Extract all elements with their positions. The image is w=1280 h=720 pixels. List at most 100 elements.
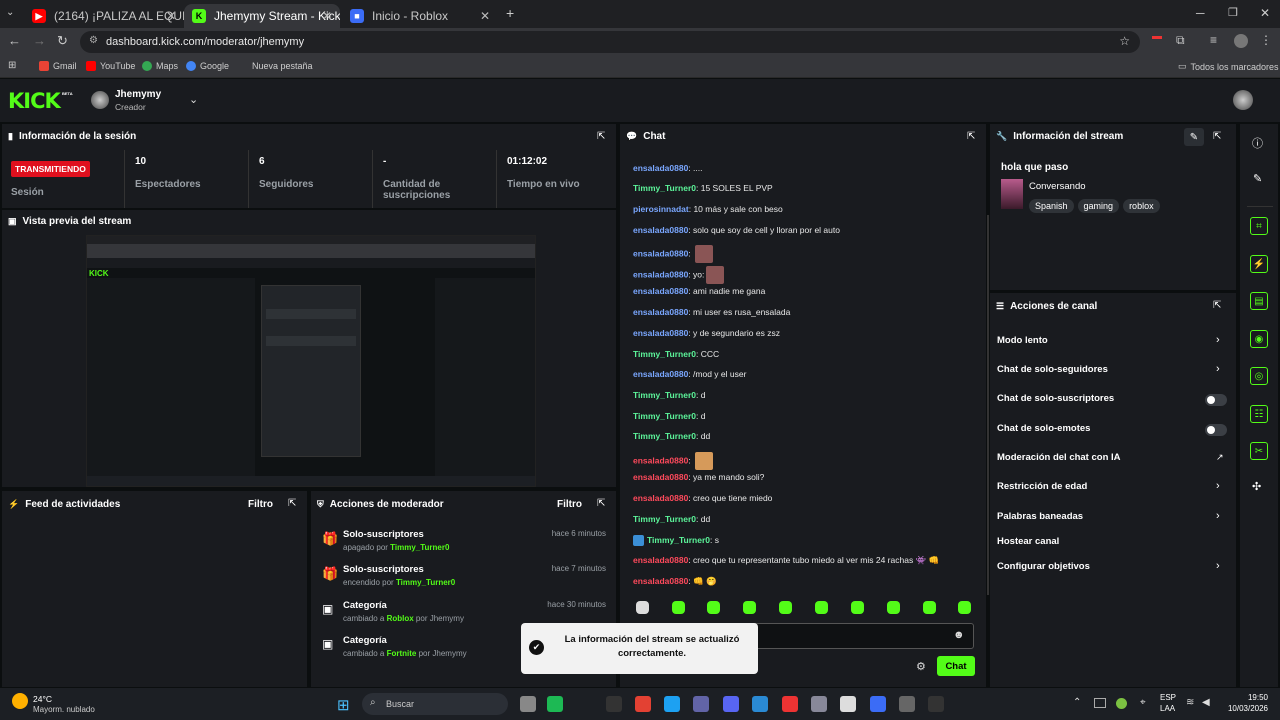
emoji-icon[interactable]: ☻ bbox=[953, 629, 965, 641]
edit-pencil-icon[interactable]: ✎ bbox=[1253, 172, 1262, 185]
chevron-up-icon[interactable]: ⌃ bbox=[1073, 697, 1081, 708]
menu-icon[interactable]: ⋮ bbox=[1260, 33, 1272, 47]
teams-icon[interactable] bbox=[693, 696, 709, 712]
tab-roblox[interactable]: ■ Inicio - Roblox ✕ bbox=[342, 4, 498, 28]
new-tab-button[interactable]: + bbox=[506, 5, 514, 21]
address-bar[interactable]: ⚙ dashboard.kick.com/moderator/jhemymy ☆ bbox=[80, 31, 1140, 53]
location-icon[interactable]: ⌖ bbox=[1140, 697, 1146, 708]
chat-username[interactable]: Timmy_Turner0 bbox=[633, 390, 696, 400]
epic-games-icon[interactable] bbox=[928, 696, 944, 712]
clipboard-icon[interactable]: ▤ bbox=[1250, 292, 1268, 310]
bookmark-new-tab[interactable]: Nueva pestaña bbox=[238, 61, 313, 71]
app-tray-icon[interactable] bbox=[1116, 698, 1127, 709]
emote-button[interactable] bbox=[815, 601, 828, 614]
chat-bubble-icon[interactable]: ◉ bbox=[1250, 330, 1268, 348]
edit-pencil-icon[interactable]: ✎ bbox=[1184, 128, 1204, 146]
emote-button[interactable] bbox=[958, 601, 971, 614]
chat-username[interactable]: Timmy_Turner0 bbox=[633, 183, 696, 193]
chat-username[interactable]: ensalada0880 bbox=[633, 555, 688, 565]
mod-filter-button[interactable]: Filtro bbox=[557, 499, 582, 510]
app-icon[interactable] bbox=[782, 696, 798, 712]
all-bookmarks[interactable]: ▭ Todos los marcadores bbox=[1178, 61, 1279, 72]
media-icon[interactable]: ≡ bbox=[1210, 33, 1217, 47]
window-close-button[interactable]: ✕ bbox=[1260, 6, 1270, 20]
close-icon[interactable]: ✕ bbox=[166, 9, 176, 23]
emote-button[interactable] bbox=[707, 601, 720, 614]
expand-icon[interactable]: ⇱ bbox=[1213, 300, 1221, 311]
channel-action-item[interactable]: Chat de solo-seguidores bbox=[997, 364, 1108, 375]
emote-button[interactable] bbox=[779, 601, 792, 614]
forward-icon[interactable]: → bbox=[33, 33, 46, 48]
expand-icon[interactable]: ⇱ bbox=[967, 131, 975, 142]
discord-icon[interactable] bbox=[723, 696, 739, 712]
gear-icon[interactable]: ⚙ bbox=[916, 660, 926, 673]
emote-button[interactable] bbox=[636, 601, 649, 614]
channel-action-item[interactable]: Moderación del chat con IA bbox=[997, 452, 1121, 463]
back-icon[interactable]: ← bbox=[8, 33, 21, 48]
channel-action-item[interactable]: Modo lento bbox=[997, 335, 1048, 346]
chat-username[interactable]: ensalada0880 bbox=[633, 225, 688, 235]
expand-icon[interactable]: ⇱ bbox=[1213, 131, 1221, 142]
file-explorer-icon[interactable] bbox=[752, 696, 768, 712]
expand-icon[interactable]: ⇱ bbox=[288, 498, 296, 509]
expand-icon[interactable]: ⇱ bbox=[597, 498, 605, 509]
chevron-down-icon[interactable]: ⌄ bbox=[189, 93, 198, 106]
chat-username[interactable]: ensalada0880 bbox=[633, 286, 688, 296]
chat-username[interactable]: ensalada0880 bbox=[633, 269, 688, 279]
emote-button[interactable] bbox=[923, 601, 936, 614]
chat-username[interactable]: ensalada0880 bbox=[633, 163, 688, 173]
action-user[interactable]: Timmy_Turner0 bbox=[390, 543, 449, 552]
minimize-button[interactable]: ─ bbox=[1196, 6, 1205, 20]
action-user[interactable]: Roblox bbox=[387, 614, 414, 623]
chat-username[interactable]: ensalada0880 bbox=[633, 455, 688, 465]
roblox-icon[interactable] bbox=[870, 696, 886, 712]
chevron-right-icon[interactable]: › bbox=[1216, 560, 1220, 572]
channel-action-item[interactable]: Hostear canal bbox=[997, 536, 1059, 547]
toggle-switch[interactable] bbox=[1205, 394, 1227, 406]
avatar[interactable] bbox=[91, 91, 109, 109]
chat-scrollbar[interactable] bbox=[987, 215, 989, 595]
close-icon[interactable]: ✕ bbox=[322, 9, 332, 23]
maximize-button[interactable]: ❐ bbox=[1228, 6, 1238, 19]
external-link-icon[interactable]: ↗ bbox=[1216, 452, 1224, 463]
apps-icon[interactable]: ⊞ bbox=[8, 60, 16, 71]
emote-button[interactable] bbox=[672, 601, 685, 614]
channel-action-item[interactable]: Configurar objetivos bbox=[997, 561, 1090, 572]
chat-username[interactable]: ensalada0880 bbox=[633, 369, 688, 379]
chat-username[interactable]: ensalada0880 bbox=[633, 472, 688, 482]
stream-preview-video[interactable]: KICK bbox=[86, 235, 536, 487]
site-info-icon[interactable]: ⚙ bbox=[89, 35, 98, 46]
emote-button[interactable] bbox=[743, 601, 756, 614]
bookmark-youtube[interactable]: YouTube bbox=[86, 61, 135, 71]
clip-icon[interactable]: ⌗ bbox=[1250, 217, 1268, 235]
taskbar-search[interactable]: ⌕ Buscar bbox=[362, 693, 508, 715]
chevron-right-icon[interactable]: › bbox=[1216, 510, 1220, 522]
channel-action-item[interactable]: Palabras baneadas bbox=[997, 511, 1083, 522]
activity-filter-button[interactable]: Filtro bbox=[248, 499, 273, 510]
emote-button[interactable] bbox=[851, 601, 864, 614]
broadcast-icon[interactable]: ◎ bbox=[1250, 367, 1268, 385]
chat-username[interactable]: Timmy_Turner0 bbox=[633, 411, 696, 421]
chat-username[interactable]: pierosinnadat bbox=[633, 204, 689, 214]
spotify-icon[interactable] bbox=[547, 696, 563, 712]
chat-username[interactable]: Timmy_Turner0 bbox=[647, 535, 710, 545]
chrome-icon[interactable] bbox=[635, 696, 651, 712]
task-view-icon[interactable] bbox=[520, 696, 536, 712]
channel-action-item[interactable]: Chat de solo-suscriptores bbox=[997, 393, 1114, 404]
wifi-icon[interactable]: ≋ bbox=[1186, 697, 1194, 708]
monitor-icon[interactable] bbox=[1094, 698, 1106, 708]
channel-action-item[interactable]: Restricción de edad bbox=[997, 481, 1087, 492]
chat-username[interactable]: Timmy_Turner0 bbox=[633, 349, 696, 359]
epic-games-icon[interactable] bbox=[606, 696, 622, 712]
close-icon[interactable]: ✕ bbox=[480, 9, 490, 23]
edge-icon[interactable] bbox=[664, 696, 680, 712]
capcut-icon[interactable] bbox=[840, 696, 856, 712]
reload-icon[interactable]: ↻ bbox=[57, 33, 68, 49]
tab-search-icon[interactable]: ⌄ bbox=[6, 7, 14, 18]
settings-icon[interactable] bbox=[811, 696, 827, 712]
wrench-icon[interactable]: ✂ bbox=[1250, 442, 1268, 460]
chat-username[interactable]: ensalada0880 bbox=[633, 328, 688, 338]
info-icon[interactable]: ⓘ bbox=[1252, 135, 1263, 151]
action-user[interactable]: Timmy_Turner0 bbox=[396, 578, 455, 587]
obs-icon[interactable] bbox=[899, 696, 915, 712]
